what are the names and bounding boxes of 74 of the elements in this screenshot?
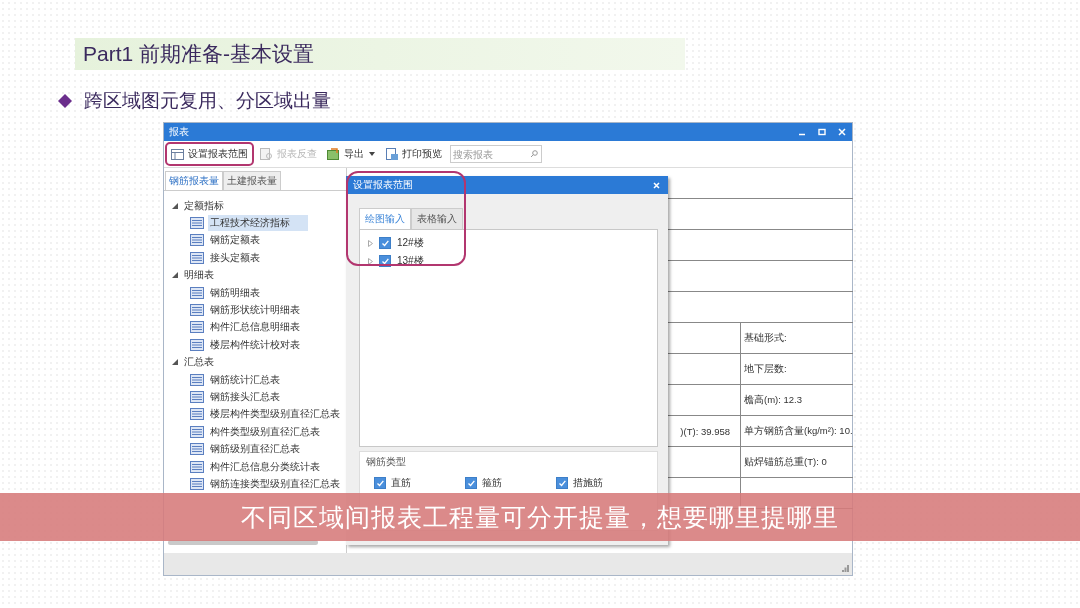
search-field[interactable]: 搜索报表 — [450, 145, 542, 163]
report-icon — [190, 234, 204, 247]
search-icon — [530, 150, 538, 158]
table-cell: 单方钢筋含量(kg/m²): 10. — [744, 424, 853, 438]
tab[interactable]: 钢筋报表量 — [165, 171, 223, 190]
tool-button[interactable]: 打印预览 — [381, 145, 446, 163]
table-icon — [171, 148, 184, 160]
checkbox[interactable] — [374, 477, 386, 489]
report-icon — [190, 443, 204, 456]
export-icon — [327, 148, 340, 160]
tree-item[interactable]: 工程技术经济指标 — [208, 215, 308, 232]
maximize-icon[interactable] — [818, 128, 826, 136]
checkbox[interactable] — [465, 477, 477, 489]
document-search-icon — [260, 148, 273, 160]
tree-item[interactable]: 12#楼 — [397, 236, 424, 250]
tree-group[interactable]: 汇总表 — [184, 355, 214, 370]
report-icon — [190, 477, 204, 490]
tree-item[interactable]: 钢筋形状统计明细表 — [208, 302, 302, 319]
report-icon — [190, 373, 204, 386]
dropdown-button[interactable]: 导出 — [323, 145, 379, 163]
table-cell: )(T): 39.958 — [680, 425, 730, 437]
tool-button[interactable]: 设置报表范围 — [167, 145, 252, 163]
report-icon — [190, 321, 204, 334]
tree-group[interactable]: 定额指标 — [184, 198, 224, 213]
report-icon — [190, 460, 204, 473]
report-icon — [190, 251, 204, 264]
tree-item[interactable]: 构件类型级别直径汇总表 — [208, 423, 322, 440]
table-cell: 地下层数: — [744, 362, 787, 376]
slide-title: Part1 前期准备-基本设置 — [75, 38, 685, 70]
collapse-triangle-icon[interactable] — [172, 202, 178, 209]
report-icon — [190, 286, 204, 299]
report-icon — [190, 391, 204, 403]
checkbox-label[interactable]: 箍筋 — [482, 476, 502, 490]
tab[interactable]: 表格输入 — [411, 208, 463, 229]
table-cell: 基础形式: — [744, 331, 787, 345]
close-icon[interactable] — [653, 181, 660, 189]
report-icon — [190, 425, 204, 438]
checkbox[interactable] — [556, 477, 568, 489]
bullet-text: 跨区域图元复用、分区域出量 — [84, 89, 331, 113]
report-icon — [190, 338, 204, 351]
report-icon — [190, 304, 204, 317]
report-icon — [190, 217, 204, 230]
tree-item[interactable]: 钢筋接头汇总表 — [208, 389, 282, 405]
collapse-triangle-icon[interactable] — [172, 272, 178, 279]
tree-item[interactable]: 构件汇总信息明细表 — [208, 319, 302, 336]
caption-text: 不同区域间报表工程量可分开提量，想要哪里提哪里 — [241, 501, 839, 533]
group-title: 钢筋类型 — [366, 456, 406, 467]
window-title: 报表 — [169, 125, 189, 139]
checkbox-label[interactable]: 直筋 — [391, 476, 411, 490]
tab[interactable]: 绘图输入 — [359, 208, 411, 229]
tree-group[interactable]: 明细表 — [184, 268, 214, 283]
expand-triangle-icon[interactable] — [368, 257, 373, 265]
tab[interactable]: 土建报表量 — [223, 171, 281, 190]
table-cell: 贴焊锚筋总重(T): 0 — [744, 455, 827, 469]
resize-grip-icon — [842, 565, 849, 572]
caret-icon — [369, 152, 375, 156]
dialog-title: 设置报表范围 — [353, 178, 413, 192]
tree-item[interactable]: 钢筋统计汇总表 — [208, 371, 282, 388]
checkbox-label[interactable]: 措施筋 — [573, 476, 603, 490]
diamond-bullet-icon — [58, 94, 72, 108]
tree-item[interactable]: 构件汇总信息分类统计表 — [208, 458, 322, 475]
table-cell: 檐高(m): 12.3 — [744, 393, 802, 407]
collapse-triangle-icon[interactable] — [172, 359, 178, 366]
report-icon — [190, 408, 204, 421]
tree-item[interactable]: 钢筋明细表 — [208, 284, 262, 301]
tree-item[interactable]: 钢筋定额表 — [208, 232, 262, 249]
tree-item[interactable]: 钢筋级别直径汇总表 — [208, 441, 302, 458]
tree-item[interactable]: 接头定额表 — [208, 249, 262, 266]
checkbox[interactable] — [379, 237, 391, 249]
print-preview-icon — [385, 148, 398, 160]
tree-item[interactable]: 钢筋连接类型级别直径汇总表 — [208, 475, 342, 492]
tree-item[interactable]: 楼层构件统计校对表 — [208, 336, 302, 353]
close-icon[interactable] — [838, 128, 846, 136]
tree-item[interactable]: 楼层构件类型级别直径汇总表 — [208, 406, 342, 423]
